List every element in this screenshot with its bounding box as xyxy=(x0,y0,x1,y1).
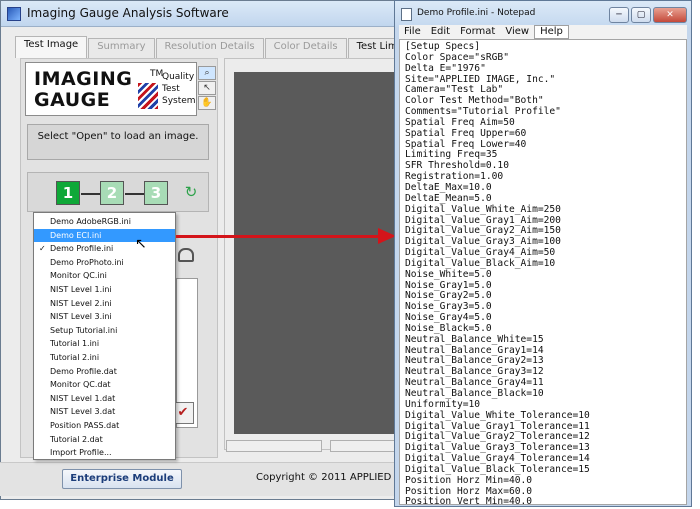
notepad-text-line: Digital_Value_White_Tolerance=10 xyxy=(405,409,590,421)
logo-tag-quality: Quality xyxy=(162,72,195,82)
step-1-button[interactable]: 1 xyxy=(56,181,80,205)
app-logo-icon xyxy=(7,7,21,21)
menu-item-demo-eci[interactable]: Demo ECI.ini xyxy=(34,228,175,243)
menu-help[interactable]: Help xyxy=(534,25,569,39)
notepad-text-line: Digital_Value_White_Aim=250 xyxy=(405,203,561,215)
step-2-button[interactable]: 2 xyxy=(100,181,124,205)
logo-line-1: IMAGING xyxy=(34,68,133,90)
minimize-button[interactable]: ─ xyxy=(609,7,629,23)
menu-edit[interactable]: Edit xyxy=(426,25,455,39)
step-connector xyxy=(125,193,144,195)
notepad-text-line: Spatial Freq Upper=60 xyxy=(405,127,527,139)
menu-item-import-profile[interactable]: Import Profile... xyxy=(34,446,175,460)
menu-item-tutorial-2-dat[interactable]: Tutorial 2.dat xyxy=(34,433,175,447)
status-message-box: Select "Open" to load an image. xyxy=(27,124,209,160)
tab-bar: Test Image Summary Resolution Details Co… xyxy=(15,36,419,58)
zoom-icon[interactable]: ⌕ xyxy=(198,66,216,80)
menu-view[interactable]: View xyxy=(500,25,534,39)
menu-item-tutorial-1-ini[interactable]: Tutorial 1.ini xyxy=(34,337,175,351)
menu-item-nist-level-3-dat[interactable]: NIST Level 3.dat xyxy=(34,405,175,419)
workflow-steps: 1 2 3 ↻ xyxy=(27,172,209,212)
check-icon: ✓ xyxy=(39,244,46,254)
notepad-text-line: Delta E="1976" xyxy=(405,62,486,74)
notepad-text-area[interactable]: [Setup Specs] Color Space="sRGB" Delta E="… xyxy=(399,39,687,505)
hand-icon[interactable]: ✋ xyxy=(198,96,216,110)
menu-item-demo-adobergb[interactable]: Demo AdobeRGB.ini xyxy=(34,215,175,229)
tab-summary[interactable]: Summary xyxy=(88,38,155,58)
logo-wordmark: IMAGING GAUGE xyxy=(34,69,132,111)
red-arrow-shaft xyxy=(176,235,380,238)
pointer-icon[interactable]: ↖ xyxy=(198,81,216,95)
notepad-title: Demo Profile.ini - Notepad xyxy=(417,8,536,18)
notepad-text-line: Position Vert Min=40.0 xyxy=(405,496,533,505)
copyright-text: Copyright © 2011 APPLIED IMA xyxy=(256,472,413,483)
menu-item-demo-prophoto[interactable]: Demo ProPhoto.ini xyxy=(34,256,175,270)
menu-file[interactable]: File xyxy=(399,25,426,39)
enterprise-module-button[interactable]: Enterprise Module xyxy=(62,469,182,489)
notepad-text-line: Position Horz Min=40.0 xyxy=(405,474,533,486)
notepad-text-line: Noise_White=5.0 xyxy=(405,268,492,280)
app-titlebar[interactable]: Imaging Gauge Analysis Software xyxy=(1,1,419,27)
tab-color-details[interactable]: Color Details xyxy=(264,38,347,58)
menu-item-demo-profile-ini[interactable]: ✓ Demo Profile.ini xyxy=(34,242,175,256)
menu-item-setup-tutorial-ini[interactable]: Setup Tutorial.ini xyxy=(34,324,175,338)
menu-item-demo-profile-dat[interactable]: Demo Profile.dat xyxy=(34,365,175,379)
app-title: Imaging Gauge Analysis Software xyxy=(27,6,229,20)
menu-item-nist-level-3-ini[interactable]: NIST Level 3.ini xyxy=(34,310,175,324)
profile-dropdown-menu: Demo AdobeRGB.ini Demo ECI.ini ✓ Demo Pro… xyxy=(33,212,176,460)
mouse-cursor-icon: ↖ xyxy=(135,236,147,252)
menu-item-monitor-qc-ini[interactable]: Monitor QC.ini xyxy=(34,269,175,283)
notepad-text-line: Neutral_Balance_White=15 xyxy=(405,333,544,345)
notepad-icon xyxy=(401,8,412,21)
screenshot-root: Imaging Gauge Analysis Software Test Ima… xyxy=(0,0,700,509)
menu-item-nist-level-2-ini[interactable]: NIST Level 2.ini xyxy=(34,297,175,311)
logo-stripes-icon xyxy=(138,83,158,109)
logo-tag-system: System xyxy=(162,96,196,106)
notepad-window: Demo Profile.ini - Notepad ─ ▢ ✕ File Ed… xyxy=(394,0,692,507)
notepad-titlebar[interactable]: Demo Profile.ini - Notepad ─ ▢ ✕ xyxy=(395,1,691,27)
notepad-menubar: File Edit Format View Help xyxy=(399,25,687,39)
view-tool-strip: ⌕ ↖ ✋ xyxy=(198,66,218,110)
tab-resolution-details[interactable]: Resolution Details xyxy=(155,38,264,58)
menu-item-position-pass-dat[interactable]: Position PASS.dat xyxy=(34,419,175,433)
refresh-icon[interactable]: ↻ xyxy=(182,183,200,201)
lock-icon[interactable] xyxy=(178,248,194,262)
step-3-button[interactable]: 3 xyxy=(144,181,168,205)
image-scrollbar-left[interactable] xyxy=(226,440,322,452)
image-canvas[interactable] xyxy=(234,72,410,434)
status-message: Select "Open" to load an image. xyxy=(37,131,199,142)
logo-line-2: GAUGE xyxy=(34,89,111,111)
tab-test-image[interactable]: Test Image xyxy=(15,36,88,58)
close-button[interactable]: ✕ xyxy=(653,7,687,23)
menu-format[interactable]: Format xyxy=(455,25,500,39)
menu-item-nist-level-1-ini[interactable]: NIST Level 1.ini xyxy=(34,283,175,297)
step-connector xyxy=(81,193,100,195)
menu-item-monitor-qc-dat[interactable]: Monitor QC.dat xyxy=(34,378,175,392)
menu-item-nist-level-1-dat[interactable]: NIST Level 1.dat xyxy=(34,392,175,406)
logo-tagline: Quality Test System xyxy=(162,71,196,107)
maximize-button[interactable]: ▢ xyxy=(631,7,651,23)
imaging-gauge-logo: IMAGING GAUGE TM Quality Test System xyxy=(25,62,197,116)
logo-tag-test: Test xyxy=(162,84,180,94)
menu-item-tutorial-2-ini[interactable]: Tutorial 2.ini xyxy=(34,351,175,365)
